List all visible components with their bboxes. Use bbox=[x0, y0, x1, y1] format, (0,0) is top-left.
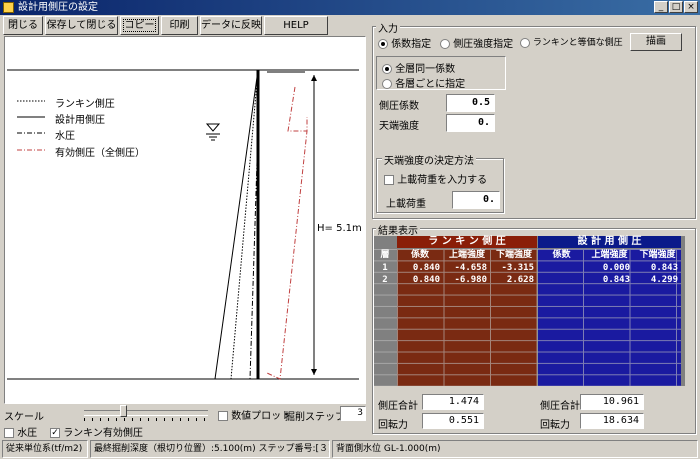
table-row: 1 bbox=[382, 263, 388, 273]
status-units: 従来単位系(tf/m2) bbox=[2, 440, 88, 458]
legend-effective-label: 有効側圧（全側圧） bbox=[55, 148, 145, 159]
design-moment-label: 回転力 bbox=[540, 420, 570, 431]
coef-label: 側圧係数 bbox=[379, 101, 419, 112]
rankine-sum-value: 1.474 bbox=[422, 394, 484, 410]
design-group-header: 設 計 用 側 圧 bbox=[538, 236, 681, 248]
print-button[interactable]: 印刷 bbox=[161, 16, 198, 35]
excavation-step-input[interactable]: 3 bbox=[340, 406, 366, 421]
status-depth: 最終掘削深度（根切り位置）:5.100(m) ステップ番号:[３] bbox=[90, 440, 330, 458]
th-rankine-coef: 係数 bbox=[410, 250, 429, 260]
maximize-icon[interactable]: □ bbox=[669, 1, 683, 13]
pressure-diagram-canvas: ランキン側圧 設計用側圧 水圧 有効側圧（全側圧） H= 5.1m bbox=[4, 36, 366, 404]
table-scrollbar[interactable] bbox=[684, 236, 694, 386]
copy-button[interactable]: コピー bbox=[120, 16, 159, 35]
mode-rankine-equivalent-radio[interactable]: ランキンと等価な側圧 bbox=[520, 35, 623, 48]
draw-button[interactable]: 描画 bbox=[630, 33, 682, 51]
numeric-plot-checkbox[interactable]: 数値プロット bbox=[218, 407, 291, 422]
th-design-coef: 係数 bbox=[552, 250, 571, 260]
scale-slider-thumb[interactable] bbox=[120, 405, 127, 417]
save-close-button[interactable]: 保存して閉じる bbox=[45, 16, 118, 35]
th-design-top: 上端強度 bbox=[591, 250, 628, 260]
surcharge-label: 上載荷重 bbox=[386, 199, 426, 210]
help-button[interactable]: HELP bbox=[264, 16, 328, 35]
th-rankine-top: 上端強度 bbox=[448, 250, 485, 260]
effective-pressure-line bbox=[266, 86, 308, 380]
minimize-icon[interactable]: _ bbox=[654, 1, 668, 13]
water-checkbox[interactable]: 水圧 bbox=[4, 424, 37, 439]
legend-water-label: 水圧 bbox=[55, 131, 75, 142]
legend-design-label: 設計用側圧 bbox=[55, 115, 105, 126]
legend-rankine-label: ランキン側圧 bbox=[55, 99, 115, 110]
pressure-diagram bbox=[7, 69, 359, 380]
scale-slider[interactable] bbox=[84, 410, 208, 416]
design-sum-value: 10.961 bbox=[580, 394, 644, 410]
mode-strength-radio[interactable]: 側圧強度指定 bbox=[440, 35, 513, 50]
design-moment-value: 18.634 bbox=[580, 413, 644, 429]
rankine-moment-value: 0.551 bbox=[422, 413, 484, 429]
rankine-sum-label: 側圧合計 bbox=[378, 401, 418, 412]
height-label: H= 5.1m bbox=[317, 223, 362, 234]
reflect-data-button[interactable]: データに反映 bbox=[200, 16, 262, 35]
rankine-effective-checkbox[interactable]: ✓ ランキン有効側圧 bbox=[50, 424, 143, 439]
title-bar: 設計用側圧の設定 bbox=[0, 0, 700, 15]
th-rankine-bottom: 下端強度 bbox=[495, 250, 532, 260]
results-table: ラ ン キ ン 側 圧 設 計 用 側 圧 層 係数 上端強度 下端強度 係数 … bbox=[374, 236, 684, 386]
th-design-bottom: 下端強度 bbox=[639, 250, 676, 260]
coef-input[interactable]: 0.5 bbox=[446, 94, 495, 112]
th-layer: 層 bbox=[380, 250, 390, 260]
app-icon bbox=[3, 2, 14, 13]
design-sum-label: 側圧合計 bbox=[540, 401, 580, 412]
rankine-moment-label: 回転力 bbox=[378, 420, 408, 431]
surcharge-input[interactable]: 0. bbox=[452, 191, 500, 209]
results-title: 結果表示 bbox=[376, 222, 420, 237]
surcharge-checkbox[interactable]: 上載荷重を入力する bbox=[384, 171, 487, 186]
top-strength-label: 天端強度 bbox=[379, 121, 419, 132]
status-water-level: 背面側水位 GL-1.000(m) bbox=[332, 440, 698, 458]
window-title: 設計用側圧の設定 bbox=[18, 2, 98, 13]
excavation-step-label: 掘削ステップ bbox=[285, 412, 345, 423]
method-title: 天端強度の決定方法 bbox=[382, 152, 476, 167]
top-strength-input[interactable]: 0. bbox=[446, 114, 495, 132]
mode-coefficient-radio[interactable]: 係数指定 bbox=[378, 35, 431, 50]
rankine-pressure-line bbox=[230, 69, 259, 380]
all-layers-radio[interactable]: 全層同一係数 bbox=[382, 60, 455, 75]
rankine-group-header: ラ ン キ ン 側 圧 bbox=[397, 236, 537, 248]
per-layer-radio[interactable]: 各層ごとに指定 bbox=[382, 75, 465, 90]
input-title: 入力 bbox=[376, 20, 400, 35]
close-icon[interactable]: × bbox=[684, 1, 698, 13]
table-row: 2 bbox=[382, 275, 388, 285]
close-button[interactable]: 閉じる bbox=[3, 16, 43, 35]
scale-label: スケール bbox=[4, 412, 44, 423]
water-level-icon bbox=[205, 123, 221, 132]
